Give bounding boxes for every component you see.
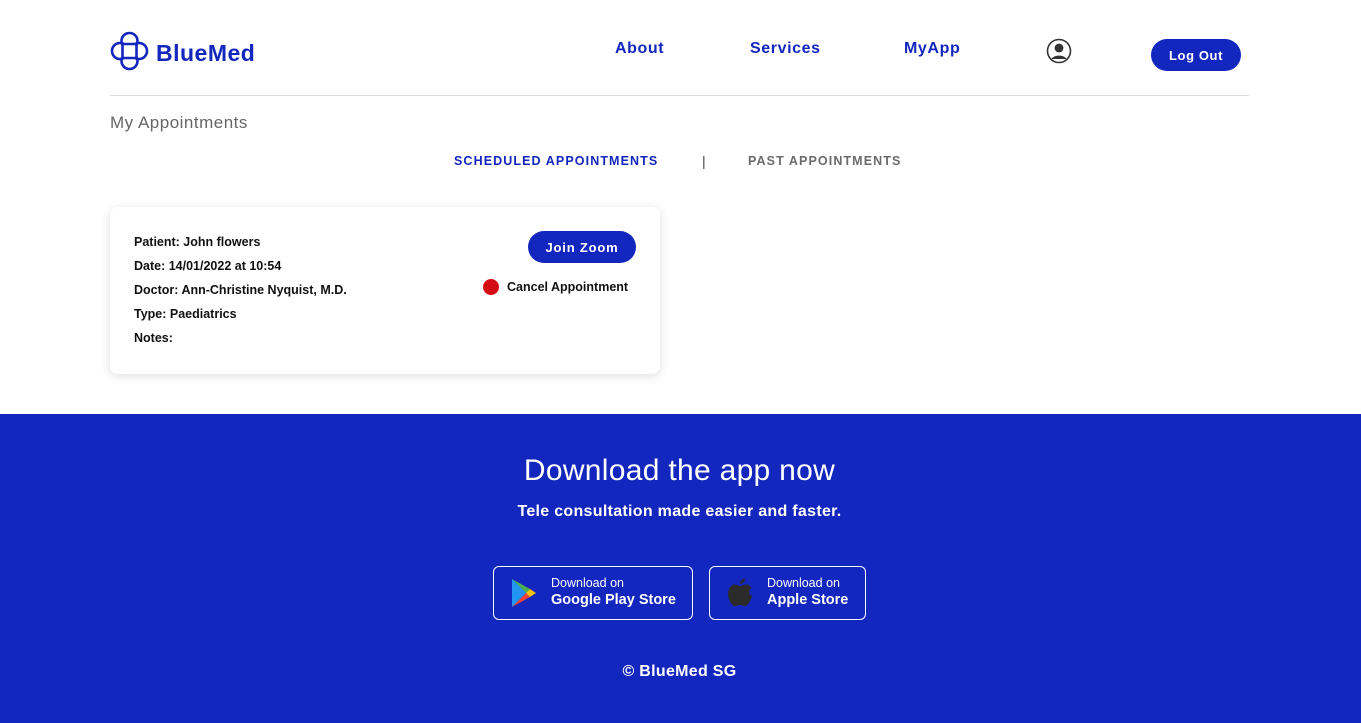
logout-button[interactable]: Log Out bbox=[1151, 39, 1241, 71]
google-play-label: Google Play Store bbox=[551, 592, 676, 608]
nav-services[interactable]: Services bbox=[750, 40, 821, 58]
join-zoom-button[interactable]: Join Zoom bbox=[528, 231, 636, 263]
site-header: BlueMed About Services MyApp Log Out bbox=[110, 0, 1249, 96]
footer-title: Download the app now bbox=[523, 454, 836, 487]
user-profile-icon[interactable] bbox=[1046, 38, 1072, 69]
apple-store-button[interactable]: Download on Apple Store bbox=[709, 566, 866, 620]
appointment-details: Patient: John flowers Date: 14/01/2022 a… bbox=[134, 234, 347, 354]
appointment-type: Type: Paediatrics bbox=[134, 307, 237, 321]
google-play-store-button[interactable]: Download on Google Play Store bbox=[493, 566, 693, 620]
tab-divider: | bbox=[702, 153, 706, 169]
brand-logo[interactable]: BlueMed bbox=[110, 31, 255, 76]
google-play-icon bbox=[509, 578, 539, 608]
cancel-appointment-button[interactable]: Cancel Appointment bbox=[483, 279, 628, 295]
apple-store-small-label: Download on bbox=[767, 576, 840, 590]
apple-store-label: Apple Store bbox=[767, 592, 849, 608]
brand-name: BlueMed bbox=[156, 40, 256, 66]
appointment-patient: Patient: John flowers bbox=[134, 235, 261, 249]
cancel-appointment-label: Cancel Appointment bbox=[507, 280, 629, 294]
bluemed-logo-icon bbox=[110, 31, 149, 76]
cancel-dot-icon bbox=[483, 279, 499, 295]
nav-myapp[interactable]: MyApp bbox=[904, 40, 960, 58]
copyright: © BlueMed SG bbox=[622, 663, 737, 680]
google-play-small-label: Download on bbox=[551, 576, 624, 590]
footer-subtitle: Tele consultation made easier and faster… bbox=[517, 503, 842, 520]
site-footer: Download the app now Tele consultation m… bbox=[0, 414, 1361, 723]
tab-past-appointments[interactable]: PAST APPOINTMENTS bbox=[748, 154, 901, 168]
appointment-card: Patient: John flowers Date: 14/01/2022 a… bbox=[110, 207, 660, 374]
nav-about[interactable]: About bbox=[615, 40, 664, 58]
tab-scheduled-appointments[interactable]: SCHEDULED APPOINTMENTS bbox=[454, 154, 658, 168]
appointment-doctor: Doctor: Ann-Christine Nyquist, M.D. bbox=[134, 283, 347, 297]
appointment-notes: Notes: bbox=[134, 331, 173, 345]
page-title: My Appointments bbox=[110, 113, 248, 132]
apple-icon bbox=[725, 578, 755, 608]
appointment-date: Date: 14/01/2022 at 10:54 bbox=[134, 259, 282, 273]
